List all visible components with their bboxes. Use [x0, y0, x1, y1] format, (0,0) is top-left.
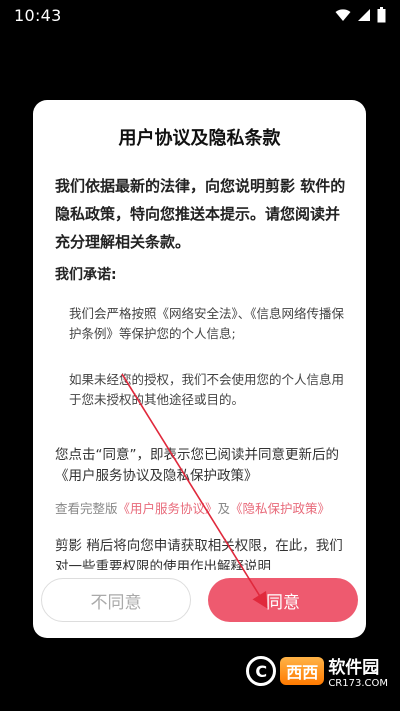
watermark-logo: C [246, 656, 277, 686]
terms-scroll-area[interactable]: 我们依据最新的法律，向您说明剪影 软件的隐私政策，特向您推送本提示。请您阅读并充… [33, 162, 366, 570]
privacy-dialog: 用户协议及隐私条款 我们依据最新的法律，向您说明剪影 软件的隐私政策，特向您推送… [33, 100, 366, 638]
links-prefix: 查看完整版 [55, 501, 118, 516]
watermark-site: CR173.COM [328, 678, 388, 689]
status-bar: 10:43 [0, 0, 400, 30]
promise-heading: 我们承诺: [55, 267, 117, 283]
agree-button[interactable]: 同意 [208, 578, 358, 622]
privacy-policy-link[interactable]: 《隐私保护政策》 [230, 501, 330, 516]
consent-text: 您点击“同意”，即表示您已阅读并同意更新后的《用户服务协议及隐私保护政策》 [55, 447, 339, 484]
intro-text: 我们依据最新的法律，向您说明剪影 软件的隐私政策，特向您推送本提示。请您阅读并充… [55, 177, 346, 251]
promise-item-2: 如果未经您的授权，我们不会使用您的个人信息用于您未授权的其他途径或目的。 [69, 372, 345, 407]
watermark-text: 软件园 CR173.COM [328, 653, 388, 689]
links-and: 及 [217, 501, 231, 516]
permission-text: 剪影 稍后将向您申请获取相关权限，在此，我们对一些重要权限的使用作出解释说明 [55, 538, 343, 570]
status-icons [335, 7, 386, 23]
watermark-brand: 西西 [280, 657, 325, 685]
watermark: C 西西 软件园 CR173.COM [246, 653, 388, 689]
disagree-button[interactable]: 不同意 [41, 578, 191, 622]
user-agreement-link[interactable]: 《用户服务协议》 [118, 501, 218, 516]
status-time: 10:43 [14, 5, 62, 25]
full-version-links: 查看完整版《用户服务协议》及《隐私保护政策》 [55, 498, 355, 517]
signal-icon [358, 9, 370, 21]
promise-item-1: 我们会严格按照《网络安全法》、《信息网络传播保护条例》等保护您的个人信息; [69, 306, 345, 341]
battery-icon [377, 7, 386, 23]
dialog-title: 用户协议及隐私条款 [118, 128, 281, 149]
wifi-icon [335, 9, 351, 21]
watermark-name: 软件园 [328, 658, 380, 678]
